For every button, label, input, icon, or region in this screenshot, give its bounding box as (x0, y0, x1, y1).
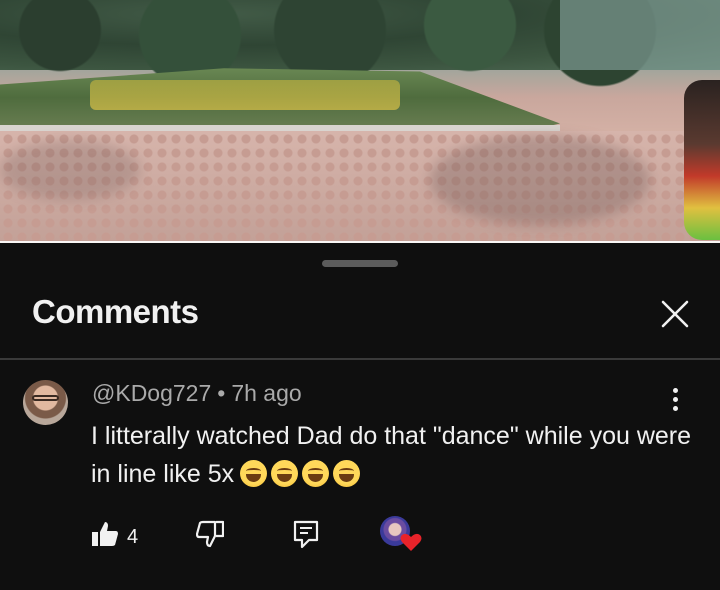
video-hedge (90, 80, 400, 110)
close-button[interactable] (656, 295, 694, 333)
comments-sheet: Comments @KDog727 • 7h ago I litterally wa… (0, 243, 720, 590)
avatar[interactable] (23, 380, 68, 425)
video-building (560, 0, 720, 70)
comment-item: @KDog727 • 7h ago I litterally watched Dad… (0, 360, 720, 590)
video-tree-shadow (0, 140, 140, 200)
comment-more-button[interactable] (664, 388, 686, 420)
emoji-group (240, 456, 364, 494)
thumb-up-icon (92, 522, 118, 546)
comment-text: I litterally watched Dad do that "dance"… (91, 417, 691, 494)
video-person (684, 80, 720, 240)
video-tree-shadow (430, 135, 650, 225)
more-vert-icon (672, 388, 678, 393)
heart-icon (400, 533, 422, 551)
laughing-emoji-icon (271, 460, 299, 488)
meta-separator: • (217, 380, 226, 406)
like-count: 4 (127, 526, 139, 548)
comment-actions: 4 (0, 516, 720, 560)
laughing-emoji-icon (333, 460, 361, 488)
comment-author[interactable]: @KDog727 (92, 380, 211, 406)
laughing-emoji-icon (302, 460, 330, 488)
dislike-button[interactable] (195, 520, 225, 556)
reply-comment-icon (293, 520, 319, 549)
more-vert-dot (672, 406, 678, 411)
sheet-drag-handle[interactable] (322, 260, 398, 267)
thumb-down-icon (195, 520, 225, 548)
comment-time: 7h ago (231, 380, 302, 406)
creator-heart-badge (380, 516, 422, 554)
comment-meta: @KDog727 • 7h ago (92, 380, 302, 407)
video-player[interactable] (0, 0, 720, 243)
laughing-emoji-icon (240, 460, 268, 488)
close-icon (661, 300, 689, 328)
avatar-glasses (32, 395, 59, 401)
like-button[interactable] (91, 520, 119, 556)
reply-button[interactable] (292, 520, 320, 556)
comment-text-content: I litterally watched Dad do that "dance"… (91, 422, 692, 488)
sheet-title: Comments (32, 293, 199, 330)
more-vert-dot (672, 397, 678, 402)
